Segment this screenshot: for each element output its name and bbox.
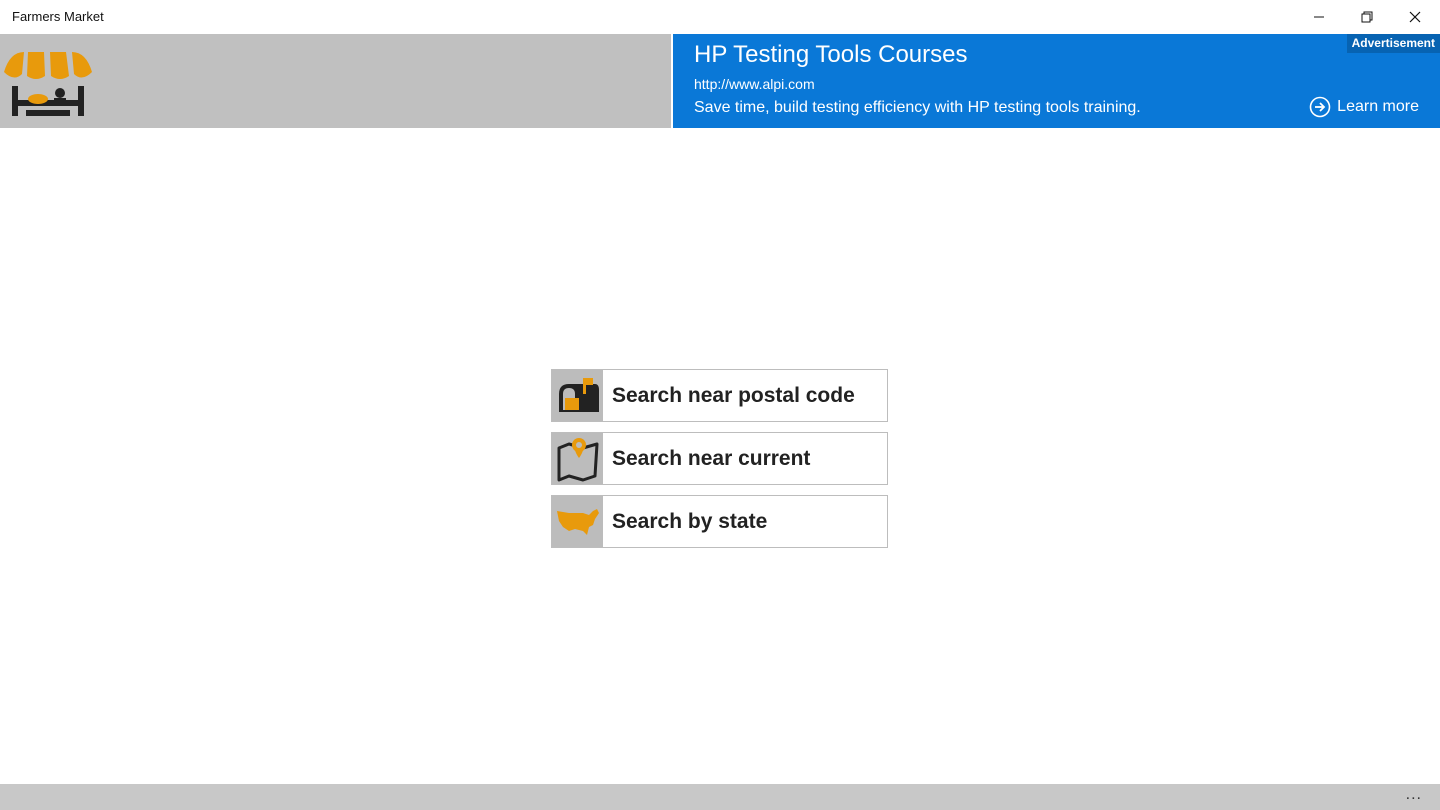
mailbox-icon (558, 377, 599, 412)
header-band (0, 34, 671, 128)
restore-icon (1361, 11, 1373, 22)
app-bar: ... (0, 784, 1440, 810)
more-options-button[interactable]: ... (1406, 786, 1422, 804)
search-postal-code-label: Search near postal code (612, 384, 855, 407)
learn-more-link[interactable]: Learn more (1309, 96, 1419, 118)
ad-url[interactable]: http://www.alpi.com (694, 76, 815, 92)
map-pin-icon (557, 437, 598, 481)
restore-button[interactable] (1344, 0, 1390, 33)
search-current-location-button[interactable]: Search near current location (551, 432, 888, 521)
title-bar: Farmers Market (0, 0, 1440, 33)
usa-map-icon (556, 508, 599, 535)
ad-description: Save time, build testing efficiency with… (694, 99, 1141, 116)
close-button[interactable] (1392, 0, 1438, 33)
arrow-circle-right-icon (1309, 96, 1331, 118)
ad-badge: Advertisement (1346, 34, 1440, 53)
window-title: Farmers Market (12, 9, 104, 24)
minimize-icon (1314, 16, 1324, 17)
search-menu: Search near postal code Search near curr… (551, 369, 888, 558)
close-icon (1409, 11, 1421, 22)
search-current-location-label: Search near current location (612, 447, 811, 521)
market-stall-icon (4, 52, 92, 116)
advertisement-banner[interactable]: HP Testing Tools Courses http://www.alpi… (673, 34, 1440, 128)
learn-more-label: Learn more (1337, 98, 1419, 115)
minimize-button[interactable] (1296, 0, 1342, 33)
search-by-state-label: Search by state (612, 510, 768, 533)
ad-title[interactable]: HP Testing Tools Courses (694, 41, 967, 69)
search-by-state-button[interactable]: Search by state (551, 495, 888, 548)
search-postal-code-button[interactable]: Search near postal code (551, 369, 888, 422)
